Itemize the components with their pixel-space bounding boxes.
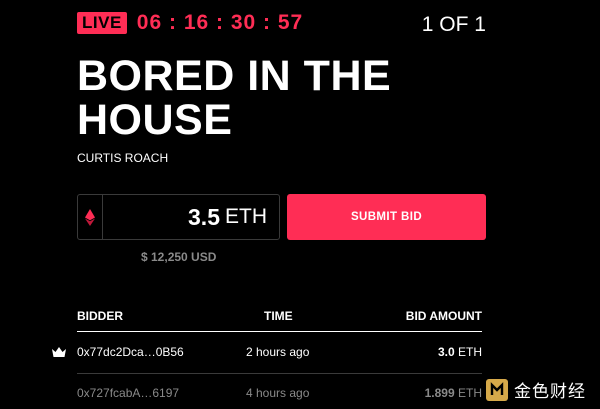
bidder-address[interactable]: 0x727fcabA…6197 <box>77 386 179 400</box>
table-row-divider <box>77 373 482 374</box>
edition-counter: 1 OF 1 <box>421 13 486 36</box>
currency-selector <box>78 195 103 239</box>
live-badge: LIVE <box>77 12 127 34</box>
submit-bid-button[interactable]: SUBMIT BID <box>287 194 486 240</box>
bid-currency-unit: ETH <box>225 205 267 228</box>
bid-amount-unit: ETH <box>458 386 482 400</box>
watermark-text: 金色财经 <box>514 382 586 401</box>
bid-input[interactable]: 3.5 ETH <box>77 194 280 240</box>
bid-amount: 1.899 ETH <box>425 386 482 400</box>
crown-icon <box>52 346 66 360</box>
bidder-address[interactable]: 0x77dc2Dca…0B56 <box>77 345 184 359</box>
usd-equivalent: $ 12,250 USD <box>141 250 217 264</box>
bid-time: 4 hours ago <box>246 386 310 400</box>
bid-amount: 3.0 ETH <box>438 345 482 359</box>
bid-amount-unit: ETH <box>458 345 482 359</box>
bid-amount-number: 1.899 <box>424 386 455 400</box>
bid-amount-number: 3.0 <box>437 345 455 359</box>
column-header-bidder: BIDDER <box>77 309 124 323</box>
auction-status-bar: LIVE 06 : 16 : 30 : 57 <box>77 11 303 35</box>
watermark: 金色财经 <box>486 377 586 402</box>
table-header-divider <box>77 331 482 332</box>
column-header-bid-amount: BID AMOUNT <box>405 309 482 323</box>
ethereum-icon <box>85 208 95 226</box>
jinse-logo-icon <box>486 378 508 401</box>
table-row: 0x77dc2Dca…0B56 2 hours ago 3.0 ETH <box>0 345 600 365</box>
bid-time: 2 hours ago <box>246 345 310 359</box>
artist-name[interactable]: CURTIS ROACH <box>77 151 168 165</box>
artwork-title: BORED IN THE HOUSE <box>77 52 392 144</box>
bid-amount-value[interactable]: 3.5 <box>188 204 220 231</box>
countdown-timer: 06 : 16 : 30 : 57 <box>136 11 304 34</box>
column-header-time: TIME <box>264 309 293 323</box>
